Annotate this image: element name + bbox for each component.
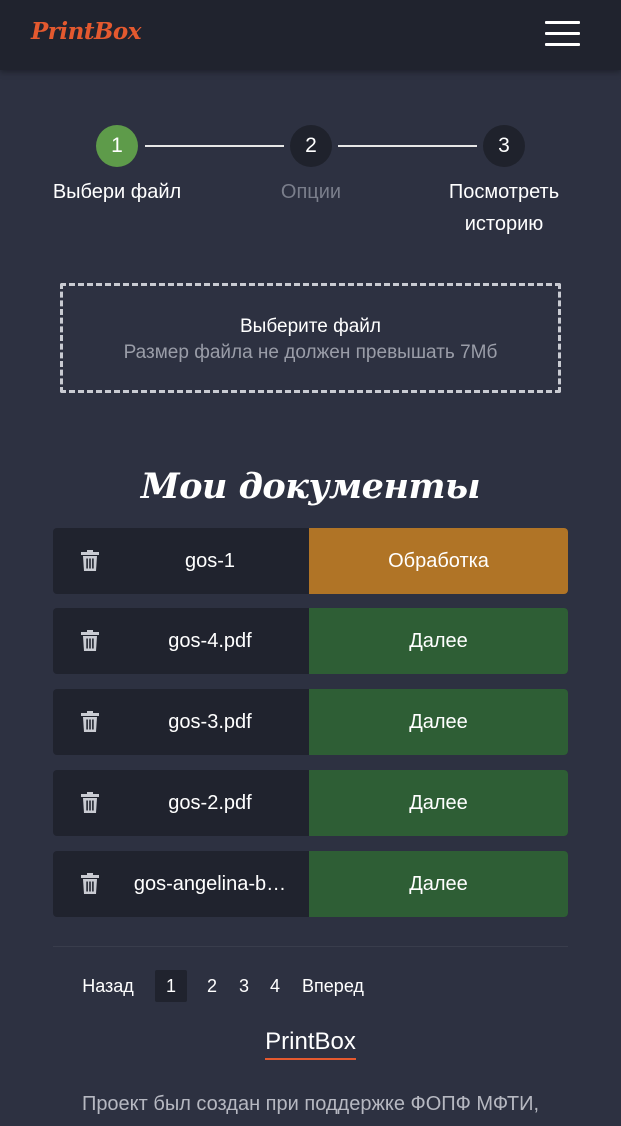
footer-brand: PrintBox — [0, 1028, 621, 1060]
next-button[interactable]: Далее — [309, 770, 568, 836]
upload-size-hint: Размер файла не должен превышать 7Мб — [123, 342, 498, 363]
document-row: gos-3.pdf Далее — [53, 689, 568, 755]
document-row: gos-angelina-b… Далее — [53, 851, 568, 917]
trash-icon[interactable] — [80, 792, 100, 814]
step-3-label-line-1: Посмотреть — [448, 181, 560, 203]
footer-brand-link[interactable]: PrintBox — [265, 1028, 356, 1060]
document-row: gos-2.pdf Далее — [53, 770, 568, 836]
step-2-circle[interactable]: 2 — [290, 125, 332, 167]
next-button[interactable]: Далее — [309, 608, 568, 674]
step-1-circle[interactable]: 1 — [96, 125, 138, 167]
document-row: gos-1 Обработка — [53, 528, 568, 594]
next-button[interactable]: Далее — [309, 851, 568, 917]
pagination-prev-link[interactable]: Назад — [76, 970, 140, 1002]
document-name: gos-2.pdf — [168, 792, 252, 814]
document-name: gos-3.pdf — [168, 711, 252, 733]
step-3-label-line-2: историю — [464, 213, 544, 235]
pagination-page-2[interactable]: 2 — [200, 970, 224, 1002]
pagination-page-1[interactable]: 1 — [155, 970, 187, 1002]
pagination-page-4[interactable]: 4 — [263, 970, 287, 1002]
footer-description: Проект был создан при поддержке ФОПФ МФТ… — [81, 1093, 540, 1115]
hamburger-menu-icon[interactable] — [545, 21, 580, 47]
trash-icon[interactable] — [80, 711, 100, 733]
next-button[interactable]: Далее — [309, 689, 568, 755]
trash-icon[interactable] — [80, 873, 100, 895]
step-connector-2-3 — [338, 145, 477, 147]
step-connector-1-2 — [145, 145, 284, 147]
step-2-label: Опции — [280, 181, 342, 203]
processing-button[interactable]: Обработка — [309, 528, 568, 594]
document-name: gos-1 — [184, 550, 236, 572]
document-name: gos-angelina-b… — [133, 873, 287, 895]
document-name: gos-4.pdf — [168, 630, 252, 652]
document-row: gos-4.pdf Далее — [53, 608, 568, 674]
trash-icon[interactable] — [80, 550, 100, 572]
pagination-next-link[interactable]: Вперед — [297, 970, 369, 1002]
upload-title: Выберите файл — [240, 316, 381, 337]
top-navbar: PrintBox — [0, 0, 621, 70]
step-3-label: Посмотреть историю — [417, 176, 591, 240]
printbox-logo[interactable]: PrintBox — [31, 18, 142, 45]
file-upload-dropzone[interactable]: Выберите файл Размер файла не должен пре… — [60, 283, 561, 393]
pagination-page-3[interactable]: 3 — [232, 970, 256, 1002]
divider — [53, 946, 568, 947]
trash-icon[interactable] — [80, 630, 100, 652]
documents-heading: Мои документы — [140, 466, 481, 507]
step-1-label: Выбери файл — [52, 181, 182, 203]
step-3-circle[interactable]: 3 — [483, 125, 525, 167]
